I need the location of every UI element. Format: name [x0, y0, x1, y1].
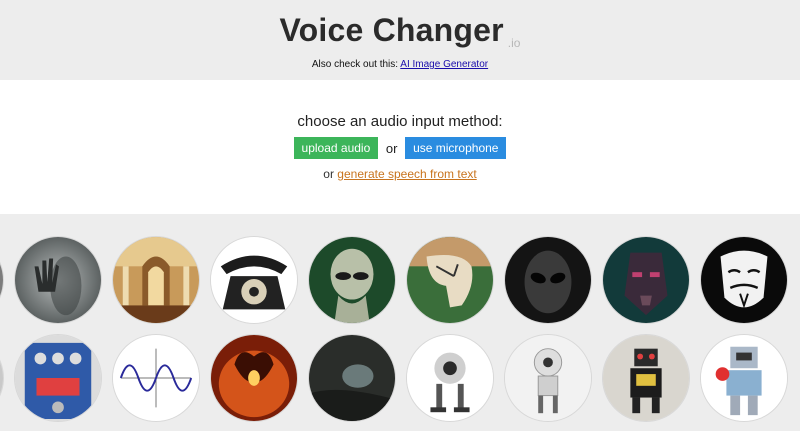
robot-walker-icon[interactable]	[406, 334, 494, 422]
generate-speech-link[interactable]: generate speech from text	[337, 167, 476, 181]
title-suffix: .io	[507, 36, 521, 50]
cyborg-icon[interactable]	[602, 236, 690, 324]
melting-clock-icon[interactable]	[406, 236, 494, 324]
also-check-text: Also check out this:	[311, 59, 399, 70]
robot-toy-icon[interactable]	[602, 334, 690, 422]
rotary-telephone-icon[interactable]	[210, 236, 298, 324]
hand-behind-glass-icon[interactable]	[14, 236, 102, 324]
voice-option-partial[interactable]	[0, 334, 4, 422]
cathedral-icon[interactable]	[112, 236, 200, 324]
voice-option-partial[interactable]	[0, 236, 4, 324]
choose-method-heading: choose an audio input method:	[297, 113, 503, 130]
or-text: or	[385, 140, 398, 156]
sine-wave-icon[interactable]	[112, 334, 200, 422]
cave-icon[interactable]	[308, 334, 396, 422]
generate-speech-line: or generate speech from text	[0, 167, 800, 181]
robot-lego-icon[interactable]	[700, 334, 788, 422]
or-prefix: or	[323, 167, 334, 181]
guitar-pedal-icon[interactable]	[14, 334, 102, 422]
input-panel: choose an audio input method: upload aud…	[0, 80, 800, 214]
balrog-icon[interactable]	[210, 334, 298, 422]
use-microphone-button[interactable]: use microphone	[405, 137, 507, 159]
grey-alien-icon[interactable]	[504, 236, 592, 324]
input-buttons: upload audio or use microphone	[0, 137, 800, 159]
upload-audio-button[interactable]: upload audio	[293, 137, 379, 159]
voice-gallery	[0, 214, 800, 431]
title-wrap: Voice Changer .io	[0, 12, 800, 50]
header: Voice Changer .io Also check out this: AI…	[0, 0, 800, 80]
page-title: Voice Changer	[279, 12, 504, 48]
ai-image-generator-link[interactable]: AI Image Generator	[400, 59, 488, 70]
also-check-line: Also check out this: AI Image Generator	[0, 59, 800, 70]
anonymous-mask-icon[interactable]	[700, 236, 788, 324]
robot-white-icon[interactable]	[504, 334, 592, 422]
alien-icon[interactable]	[308, 236, 396, 324]
